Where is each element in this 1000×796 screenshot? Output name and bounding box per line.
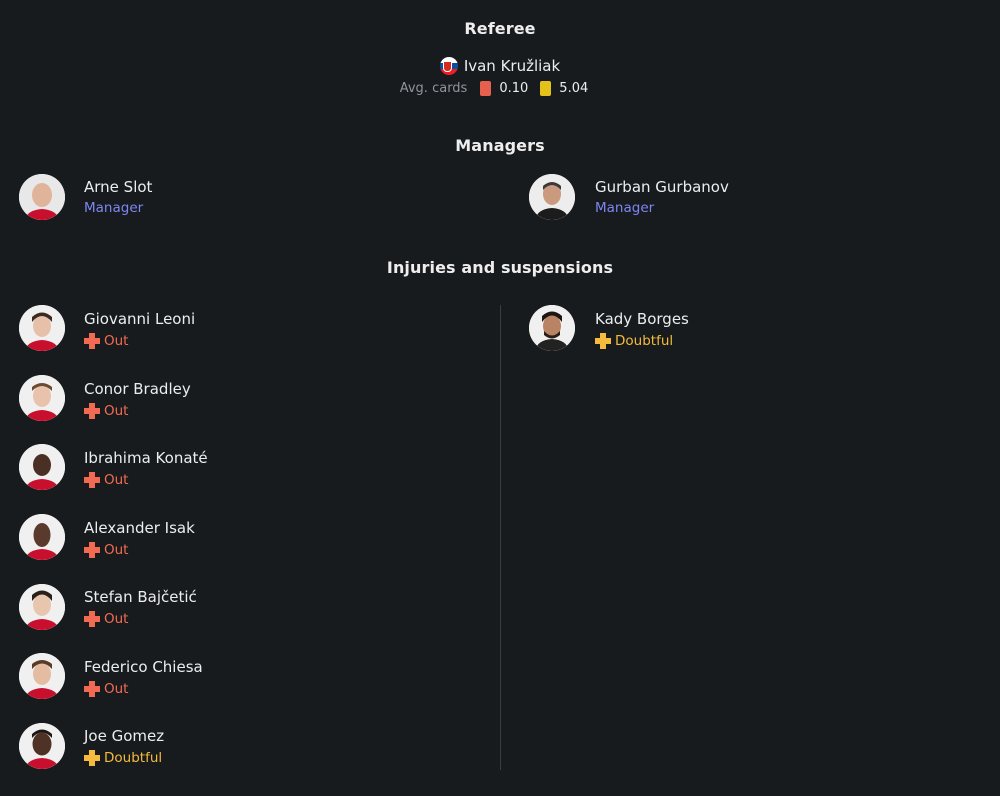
referee-section-title: Referee [464,19,536,38]
referee-name[interactable]: Ivan Kružliak [464,57,560,75]
manager-name-away[interactable]: Gurban Gurbanov [595,178,729,196]
plus-icon [84,681,100,697]
yellow-card-icon [540,81,552,96]
plus-icon [595,333,611,349]
plus-icon [84,333,100,349]
player-name[interactable]: Ibrahima Konaté [84,449,208,467]
player-name[interactable]: Joe Gomez [84,727,164,745]
player-name[interactable]: Kady Borges [595,310,689,328]
player-name[interactable]: Federico Chiesa [84,658,203,676]
plus-icon [84,542,100,558]
avatar[interactable] [19,305,65,351]
plus-icon [84,403,100,419]
injuries-section-title: Injuries and suspensions [386,258,614,277]
slovakia-flag-icon [439,57,458,75]
column-divider [500,305,501,770]
yellow-cards-value: 5.04 [559,81,589,96]
referee-info: Ivan Kružliak [0,57,1000,75]
avatar[interactable] [529,174,575,220]
avatar[interactable] [19,584,65,630]
avatar[interactable] [529,305,575,351]
avatar[interactable] [19,723,65,769]
avatar[interactable] [19,444,65,490]
plus-icon [84,472,100,488]
player-name[interactable]: Giovanni Leoni [84,310,195,328]
injury-status: Out [84,681,128,697]
manager-role-away: Manager [595,200,655,216]
plus-icon [84,611,100,627]
injury-status: Out [84,472,128,488]
injury-status: Out [84,542,128,558]
injury-status: Doubtful [595,333,673,349]
avg-cards-label: Avg. cards [399,81,468,96]
red-card-icon [480,81,492,96]
injury-status: Out [84,611,128,627]
avatar[interactable] [19,653,65,699]
injury-status: Doubtful [84,750,162,766]
avatar[interactable] [19,375,65,421]
injury-status: Out [84,403,128,419]
avatar[interactable] [19,174,65,220]
player-name[interactable]: Stefan Bajčetić [84,588,197,606]
injury-status: Out [84,333,128,349]
red-cards-value: 0.10 [499,81,529,96]
player-name[interactable]: Alexander Isak [84,519,195,537]
referee-avg-cards: Avg. cards 0.10 5.04 [0,81,1000,96]
manager-name-home[interactable]: Arne Slot [84,178,152,196]
manager-role-home: Manager [84,200,144,216]
avatar[interactable] [19,514,65,560]
player-name[interactable]: Conor Bradley [84,380,191,398]
plus-icon [84,750,100,766]
managers-section-title: Managers [455,136,545,155]
